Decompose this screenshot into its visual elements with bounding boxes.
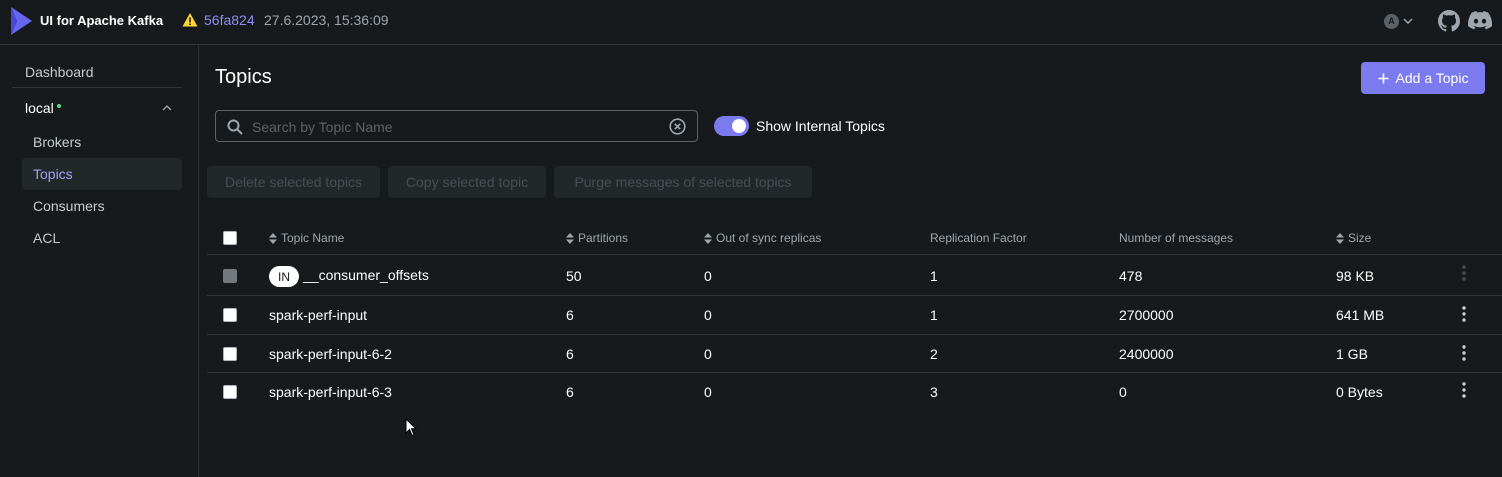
messages-cell: 478: [1119, 268, 1143, 284]
sort-icon: [704, 232, 712, 244]
table-row[interactable]: spark-perf-input-6-2 6 0 2 2400000 1 GB: [207, 335, 1502, 373]
build-date: 27.6.2023, 15:36:09: [264, 12, 389, 28]
commit-link[interactable]: 56fa824: [204, 12, 255, 28]
github-icon[interactable]: [1438, 10, 1460, 32]
out-of-sync-cell: 0: [704, 307, 712, 323]
topic-name-link[interactable]: spark-perf-input-6-2: [269, 346, 392, 362]
out-of-sync-cell: 0: [704, 384, 712, 400]
row-checkbox: [223, 269, 237, 283]
kebab-menu-icon[interactable]: [1462, 306, 1466, 322]
user-menu[interactable]: A: [1384, 12, 1413, 30]
sidebar-item-acl[interactable]: ACL: [22, 222, 182, 254]
cluster-name: local: [25, 100, 54, 116]
table-header: Topic Name Partitions Out of sync replic…: [207, 222, 1502, 255]
table-row[interactable]: spark-perf-input-6-3 6 0 3 0 0 Bytes: [207, 373, 1502, 411]
kafka-logo-icon[interactable]: [8, 6, 34, 36]
add-topic-label: Add a Topic: [1395, 70, 1469, 86]
sidebar-cluster-local[interactable]: local: [12, 92, 182, 124]
chevron-down-icon: [1403, 17, 1413, 24]
messages-cell: 0: [1119, 384, 1127, 400]
replication-cell: 2: [930, 346, 938, 362]
delete-selected-topics-button[interactable]: Delete selected topics: [207, 166, 380, 198]
column-header-size[interactable]: Size: [1336, 231, 1371, 245]
partitions-cell: 50: [566, 268, 582, 284]
row-checkbox[interactable]: [223, 308, 237, 322]
search-icon: [227, 119, 243, 135]
out-of-sync-cell: 0: [704, 268, 712, 284]
purge-messages-button[interactable]: Purge messages of selected topics: [554, 166, 812, 198]
column-header-topic-name[interactable]: Topic Name: [269, 231, 344, 245]
row-checkbox[interactable]: [223, 347, 237, 361]
user-avatar: A: [1384, 13, 1399, 29]
chevron-up-icon[interactable]: [162, 104, 172, 112]
top-navbar: UI for Apache Kafka 56fa824 27.6.2023, 1…: [0, 0, 1502, 45]
size-cell: 1 GB: [1336, 346, 1368, 362]
table-row[interactable]: IN __consumer_offsets 50 0 1 478 98 KB: [207, 256, 1502, 296]
app-title[interactable]: UI for Apache Kafka: [40, 13, 163, 28]
sidebar-item-topics[interactable]: Topics: [22, 158, 182, 190]
sort-icon: [1336, 232, 1344, 244]
replication-cell: 3: [930, 384, 938, 400]
kebab-menu-icon: [1462, 265, 1466, 281]
size-cell: 98 KB: [1336, 268, 1375, 284]
add-topic-button[interactable]: Add a Topic: [1361, 62, 1485, 94]
column-header-number-of-messages: Number of messages: [1119, 231, 1234, 245]
partitions-cell: 6: [566, 346, 574, 362]
messages-cell: 2700000: [1119, 307, 1174, 323]
topic-name-link[interactable]: spark-perf-input: [269, 307, 367, 323]
replication-cell: 1: [930, 307, 938, 323]
column-header-replication-factor: Replication Factor: [930, 231, 1027, 245]
show-internal-topics-label: Show Internal Topics: [756, 118, 885, 134]
column-header-out-of-sync-replicas[interactable]: Out of sync replicas: [704, 231, 821, 245]
messages-cell: 2400000: [1119, 346, 1174, 362]
show-internal-topics-toggle[interactable]: [714, 116, 749, 136]
copy-selected-topic-button[interactable]: Copy selected topic: [388, 166, 546, 198]
sidebar-item-brokers[interactable]: Brokers: [22, 126, 182, 158]
kebab-menu-icon[interactable]: [1462, 345, 1466, 361]
partitions-cell: 6: [566, 307, 574, 323]
sort-icon: [269, 232, 277, 244]
partitions-cell: 6: [566, 384, 574, 400]
page-title: Topics: [215, 66, 272, 88]
topic-name-link[interactable]: __consumer_offsets: [303, 267, 429, 283]
sort-icon: [566, 232, 574, 244]
column-header-partitions[interactable]: Partitions: [566, 231, 628, 245]
internal-tag: IN: [269, 266, 299, 287]
size-cell: 641 MB: [1336, 307, 1385, 323]
mouse-cursor-icon: [405, 418, 417, 437]
search-input[interactable]: [252, 116, 662, 138]
topic-name-link[interactable]: spark-perf-input-6-3: [269, 384, 392, 400]
size-cell: 0 Bytes: [1336, 384, 1383, 400]
toggle-knob: [732, 119, 746, 133]
kebab-menu-icon[interactable]: [1462, 382, 1466, 398]
sidebar-item-consumers[interactable]: Consumers: [22, 190, 182, 222]
cluster-status-dot: [56, 104, 61, 109]
sidebar-item-dashboard[interactable]: Dashboard: [12, 56, 182, 88]
select-all-checkbox[interactable]: [223, 231, 237, 245]
replication-cell: 1: [930, 268, 938, 284]
search-box[interactable]: [215, 110, 698, 142]
out-of-sync-cell: 0: [704, 346, 712, 362]
row-checkbox[interactable]: [223, 385, 237, 399]
discord-icon[interactable]: [1468, 10, 1492, 32]
table-row[interactable]: spark-perf-input 6 0 1 2700000 641 MB: [207, 296, 1502, 335]
sidebar: Dashboard local Brokers Topics Consumers…: [0, 46, 199, 477]
warning-icon: [182, 13, 198, 27]
plus-icon: [1378, 73, 1389, 83]
clear-search-icon[interactable]: [669, 118, 686, 135]
